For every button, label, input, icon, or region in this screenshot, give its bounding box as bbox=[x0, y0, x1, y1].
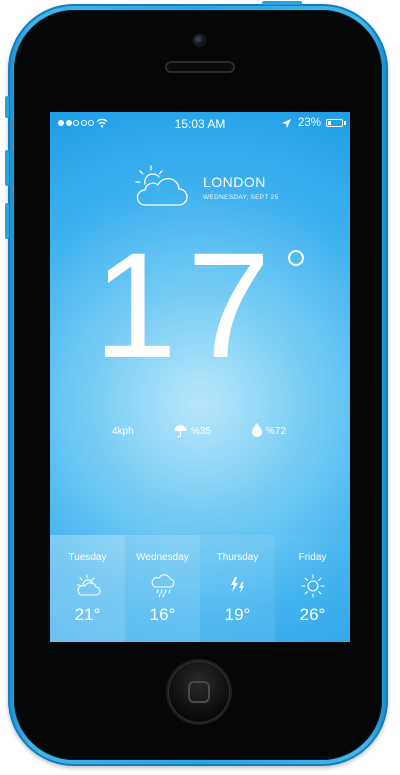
rain-icon bbox=[151, 574, 175, 598]
forecast-day-name: Friday bbox=[298, 552, 327, 563]
sun-icon bbox=[300, 574, 325, 598]
status-bar: 15:03 AM 23% bbox=[50, 112, 350, 136]
current-date: WEDNESDAY, SEPT 25 bbox=[203, 194, 279, 201]
home-button-icon bbox=[188, 681, 210, 703]
battery-tip bbox=[344, 121, 346, 125]
degree-symbol bbox=[288, 250, 304, 266]
storm-icon bbox=[230, 577, 244, 593]
humidity: %72 bbox=[266, 426, 287, 437]
forecast-temperature: 26° bbox=[299, 605, 326, 624]
forecast-day-friday[interactable]: Friday 26° bbox=[275, 535, 350, 642]
current-temperature-value: 17 bbox=[93, 221, 281, 389]
earpiece-speaker bbox=[165, 61, 235, 73]
volume-up-button[interactable] bbox=[5, 150, 9, 186]
weather-app-screen: 15:03 AM 23% LONDON WEDNESDAY, SEPT 25 1… bbox=[50, 112, 350, 642]
city-name: LONDON bbox=[203, 174, 266, 190]
forecast-day-thursday[interactable]: Thursday 19° bbox=[200, 535, 275, 642]
forecast-temperature: 19° bbox=[224, 605, 251, 624]
partly-cloudy-icon bbox=[135, 165, 188, 206]
wind-speed: 4kph bbox=[112, 426, 134, 437]
forecast-day-wednesday[interactable]: Wednesday 16° bbox=[125, 535, 200, 642]
mute-switch[interactable] bbox=[5, 96, 9, 118]
battery-icon bbox=[326, 119, 343, 127]
forecast-day-name: Wednesday bbox=[136, 552, 189, 563]
forecast-day-name: Tuesday bbox=[68, 552, 107, 563]
umbrella-icon bbox=[174, 425, 187, 438]
forecast-temperature: 21° bbox=[74, 605, 101, 624]
forecast-day-tuesday[interactable]: Tuesday 21° bbox=[50, 535, 125, 642]
forecast-strip: Tuesday 21° Wednesday 16° Thursday 19° Friday 2… bbox=[50, 535, 350, 642]
forecast-day-name: Thursday bbox=[216, 552, 259, 563]
battery-percentage: 23% bbox=[298, 117, 322, 129]
precipitation-chance: %35 bbox=[191, 426, 212, 437]
current-temperature: 17 bbox=[50, 220, 350, 391]
battery-fill bbox=[328, 121, 331, 125]
front-camera bbox=[194, 35, 205, 46]
humidity-drop-icon bbox=[252, 423, 262, 437]
volume-down-button[interactable] bbox=[5, 203, 9, 239]
partly-sunny-icon bbox=[76, 574, 101, 596]
power-button[interactable] bbox=[262, 1, 302, 5]
location-arrow-icon bbox=[282, 119, 291, 128]
forecast-temperature: 16° bbox=[149, 605, 176, 624]
